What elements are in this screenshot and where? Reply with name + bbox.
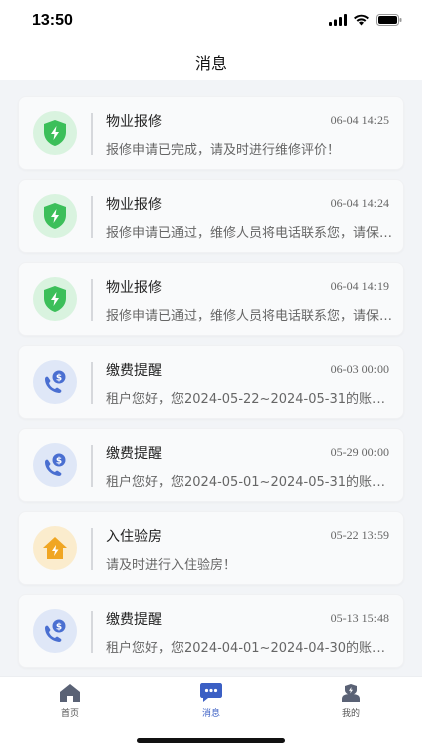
message-item[interactable]: 入住验房 05-22 13:59 请及时进行入住验房！: [18, 511, 404, 585]
message-time: 05-22 13:59: [330, 528, 389, 542]
header: 消息: [0, 44, 422, 80]
home-indicator: [137, 738, 285, 743]
message-body: 报修申请已通过，维修人员将电话联系您，请保持电话畅通: [106, 309, 394, 324]
message-icon: [200, 683, 222, 702]
message-title: 缴费提醒: [106, 612, 162, 628]
phone-coin-icon: $: [33, 360, 77, 404]
divider: [91, 113, 93, 155]
message-item[interactable]: 物业报修 06-04 14:24 报修申请已通过，维修人员将电话联系您，请保持电…: [18, 179, 404, 253]
message-time: 06-04 14:25: [330, 113, 389, 127]
shield-bolt-icon: [33, 277, 77, 321]
divider: [91, 196, 93, 238]
wifi-icon: [354, 14, 369, 26]
divider: [91, 362, 93, 404]
message-title: 缴费提醒: [106, 446, 162, 462]
message-item[interactable]: $ 缴费提醒 05-29 00:00 租户您好，您2024-05-01~2024…: [18, 428, 404, 502]
shield-bolt-icon: [33, 194, 77, 238]
message-body: 请及时进行入住验房！: [106, 558, 237, 573]
house-key-icon: [33, 526, 77, 570]
svg-text:$: $: [56, 457, 62, 467]
message-item[interactable]: $ 缴费提醒 06-03 00:00 租户您好，您2024-05-22~2024…: [18, 345, 404, 419]
message-body: 报修申请已通过，维修人员将电话联系您，请保持电话畅通: [106, 226, 394, 241]
tab-profile[interactable]: 我的: [311, 683, 391, 719]
message-time: 05-13 15:48: [330, 611, 389, 625]
message-list: 物业报修 06-04 14:25 报修申请已完成，请及时进行维修评价！ 物业报修…: [18, 96, 404, 677]
status-icons: [329, 14, 402, 26]
message-time: 05-29 00:00: [330, 445, 389, 459]
divider: [91, 611, 93, 653]
page-title: 消息: [194, 54, 227, 73]
message-time: 06-04 14:24: [330, 196, 389, 210]
battery-icon: [376, 14, 402, 26]
message-body: 租户您好，您2024-05-22~2024-05-31的账单已生成: [106, 392, 394, 407]
phone-coin-icon: $: [33, 609, 77, 653]
tab-home[interactable]: 首页: [30, 683, 110, 719]
tab-label: 我的: [341, 709, 360, 719]
message-body: 租户您好，您2024-05-01~2024-05-31的账单已生成: [106, 475, 394, 490]
svg-text:$: $: [56, 374, 62, 384]
phone-coin-icon: $: [33, 443, 77, 487]
home-icon: [60, 684, 80, 702]
divider: [91, 445, 93, 487]
message-body: 租户您好，您2024-04-01~2024-04-30的账单已生成: [106, 641, 394, 656]
message-title: 物业报修: [106, 114, 162, 130]
message-item[interactable]: 物业报修 06-04 14:19 报修申请已通过，维修人员将电话联系您，请保持电…: [18, 262, 404, 336]
message-title: 缴费提醒: [106, 363, 162, 379]
divider: [91, 528, 93, 570]
message-time: 06-04 14:19: [330, 279, 389, 293]
svg-text:$: $: [56, 623, 62, 633]
tab-label: 首页: [60, 709, 79, 719]
status-bar: 13:50: [0, 0, 422, 44]
message-item[interactable]: 物业报修 06-04 14:25 报修申请已完成，请及时进行维修评价！: [18, 96, 404, 170]
tab-messages[interactable]: 消息: [171, 683, 251, 719]
message-item[interactable]: $ 缴费提醒 05-13 15:48 租户您好，您2024-04-01~2024…: [18, 594, 404, 668]
message-body: 报修申请已完成，请及时进行维修评价！: [106, 143, 341, 158]
message-title: 物业报修: [106, 197, 162, 213]
message-title: 入住验房: [106, 529, 162, 545]
profile-icon: [342, 684, 360, 702]
status-time: 13:50: [32, 12, 73, 29]
divider: [91, 279, 93, 321]
shield-bolt-icon: [33, 111, 77, 155]
tab-label: 消息: [201, 709, 220, 719]
message-time: 06-03 00:00: [330, 362, 389, 376]
signal-icon: [329, 14, 347, 26]
message-title: 物业报修: [106, 280, 162, 296]
